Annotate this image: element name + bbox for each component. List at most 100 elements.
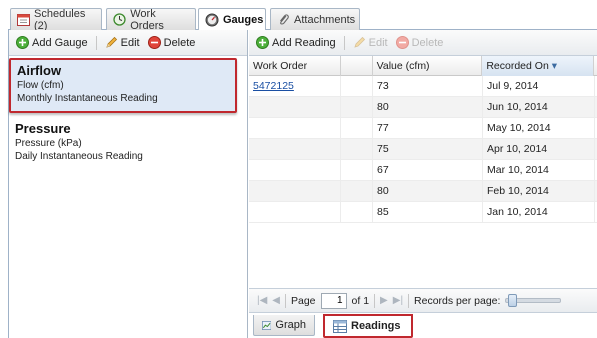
tab-attachments-label: Attachments [294, 13, 356, 26]
slider-thumb[interactable] [508, 294, 518, 307]
sort-descending-icon: ▾ [551, 60, 557, 72]
recorded-on-cell: Jan 10, 2014 [483, 202, 595, 223]
add-icon [16, 36, 29, 49]
add-gauge-button[interactable]: Add Gauge [14, 36, 90, 49]
column-header-work-order[interactable]: Work Order [249, 56, 341, 76]
pager-divider [285, 293, 286, 308]
grid-fade-overlay [249, 244, 597, 272]
value-cell: 77 [373, 118, 483, 139]
pencil-icon [353, 36, 365, 48]
tab-work-orders[interactable]: Work Orders [106, 7, 196, 32]
add-icon [256, 36, 269, 49]
blank-cell [341, 160, 373, 181]
delete-icon [147, 36, 161, 49]
pager-divider [374, 293, 376, 308]
clock-icon [113, 13, 126, 27]
calendar-icon [17, 13, 30, 27]
tab-readings-label: Readings [351, 320, 401, 332]
reading-toolbar: Add Reading Edit Delete [249, 30, 597, 56]
readings-grid-header: Work Order Value (cfm) Recorded On ▾ [249, 56, 597, 76]
page-number-input[interactable] [320, 292, 347, 309]
work-order-cell [249, 97, 341, 118]
tab-graph-label: Graph [275, 319, 306, 331]
gauge-unit: Flow (cfm) [17, 80, 64, 91]
recorded-on-cell: Feb 10, 2014 [483, 181, 595, 202]
blank-cell [341, 202, 373, 223]
next-page-icon[interactable]: ▶ [380, 295, 388, 306]
work-order-cell: 5472125 [249, 76, 341, 97]
recorded-on-cell: Apr 10, 2014 [483, 139, 595, 160]
blank-cell [341, 76, 373, 97]
delete-icon [395, 36, 409, 49]
add-reading-label: Add Reading [272, 36, 336, 49]
table-row[interactable]: 80 Jun 10, 2014 [249, 97, 597, 118]
table-row[interactable]: 85 Jan 10, 2014 [249, 202, 597, 223]
gauge-reading-type: Monthly Instantaneous Reading [17, 93, 158, 104]
tab-schedules-label: Schedules (2) [34, 7, 86, 32]
add-gauge-label: Add Gauge [32, 36, 88, 49]
tab-graph[interactable]: Graph [253, 315, 315, 336]
edit-reading-label: Edit [368, 36, 388, 49]
tab-work-orders-label: Work Orders [130, 7, 164, 32]
edit-reading-button[interactable]: Edit [351, 36, 390, 49]
table-row[interactable]: 75 Apr 10, 2014 [249, 139, 597, 160]
readings-grid: 5472125 73 Jul 9, 2014 80 Jun 10, 2014 7… [249, 76, 597, 272]
work-order-link[interactable]: 5472125 [253, 80, 294, 92]
column-header-recorded-on-label: Recorded On [486, 60, 549, 72]
table-row[interactable]: 5472125 73 Jul 9, 2014 [249, 76, 597, 97]
gauge-list-panel: Add Gauge Edit Delete Airflow Flow (cfm)… [9, 30, 248, 338]
previous-page-icon[interactable]: ◀ [272, 295, 280, 306]
readings-panel: Add Reading Edit Delete Work Order Value… [249, 30, 597, 338]
gauge-unit: Pressure (kPa) [15, 138, 82, 149]
last-page-icon[interactable]: ▶| [393, 295, 403, 306]
tab-gauges-label: Gauges [223, 14, 264, 26]
edit-gauge-button[interactable]: Edit [103, 36, 142, 49]
blank-cell [341, 97, 373, 118]
recorded-on-cell: Jul 9, 2014 [483, 76, 595, 97]
column-header-blank[interactable] [341, 56, 373, 76]
table-row[interactable]: 80 Feb 10, 2014 [249, 181, 597, 202]
blank-cell [341, 181, 373, 202]
column-header-value[interactable]: Value (cfm) [373, 56, 483, 76]
value-cell: 85 [373, 202, 483, 223]
page-count-label: of 1 [351, 294, 370, 307]
gauge-reading-type: Daily Instantaneous Reading [15, 151, 143, 162]
column-header-recorded-on[interactable]: Recorded On ▾ [482, 56, 594, 76]
pencil-icon [106, 36, 117, 48]
value-cell: 80 [373, 97, 483, 118]
gauge-item-pressure[interactable]: Pressure Pressure (kPa) Daily Instantane… [9, 118, 237, 168]
value-cell: 80 [373, 181, 483, 202]
delete-reading-button[interactable]: Delete [394, 36, 446, 49]
toolbar-divider [343, 35, 345, 50]
gauges-panel: Add Gauge Edit Delete Airflow Flow (cfm)… [8, 30, 597, 338]
tab-readings[interactable]: Readings [323, 314, 413, 338]
delete-reading-label: Delete [411, 36, 444, 49]
work-order-cell [249, 118, 341, 139]
tab-schedules[interactable]: Schedules (2) [10, 7, 102, 32]
page-label: Page [291, 294, 316, 307]
recorded-on-cell: Jun 10, 2014 [483, 97, 595, 118]
blank-cell [341, 118, 373, 139]
recorded-on-cell: Mar 10, 2014 [483, 160, 595, 181]
gauge-item-airflow[interactable]: Airflow Flow (cfm) Monthly Instantaneous… [9, 58, 237, 113]
table-row[interactable]: 67 Mar 10, 2014 [249, 160, 597, 181]
recorded-on-cell: May 10, 2014 [483, 118, 595, 139]
gauge-toolbar: Add Gauge Edit Delete [9, 30, 247, 56]
gauge-icon [205, 13, 219, 27]
table-icon [333, 319, 347, 333]
delete-gauge-button[interactable]: Delete [146, 36, 198, 49]
records-per-page-label: Records per page: [414, 294, 501, 307]
add-reading-button[interactable]: Add Reading [254, 36, 338, 49]
tab-gauges[interactable]: Gauges [198, 8, 266, 31]
value-cell: 73 [373, 76, 483, 97]
work-order-cell [249, 139, 341, 160]
table-row[interactable]: 77 May 10, 2014 [249, 118, 597, 139]
graph-icon [262, 320, 272, 330]
work-order-cell [249, 202, 341, 223]
value-cell: 75 [373, 139, 483, 160]
records-per-page-slider[interactable] [505, 294, 562, 307]
gauge-name: Pressure [15, 121, 71, 136]
value-cell: 67 [373, 160, 483, 181]
tab-attachments[interactable]: Attachments [270, 8, 360, 30]
first-page-icon[interactable]: |◀ [257, 295, 267, 306]
